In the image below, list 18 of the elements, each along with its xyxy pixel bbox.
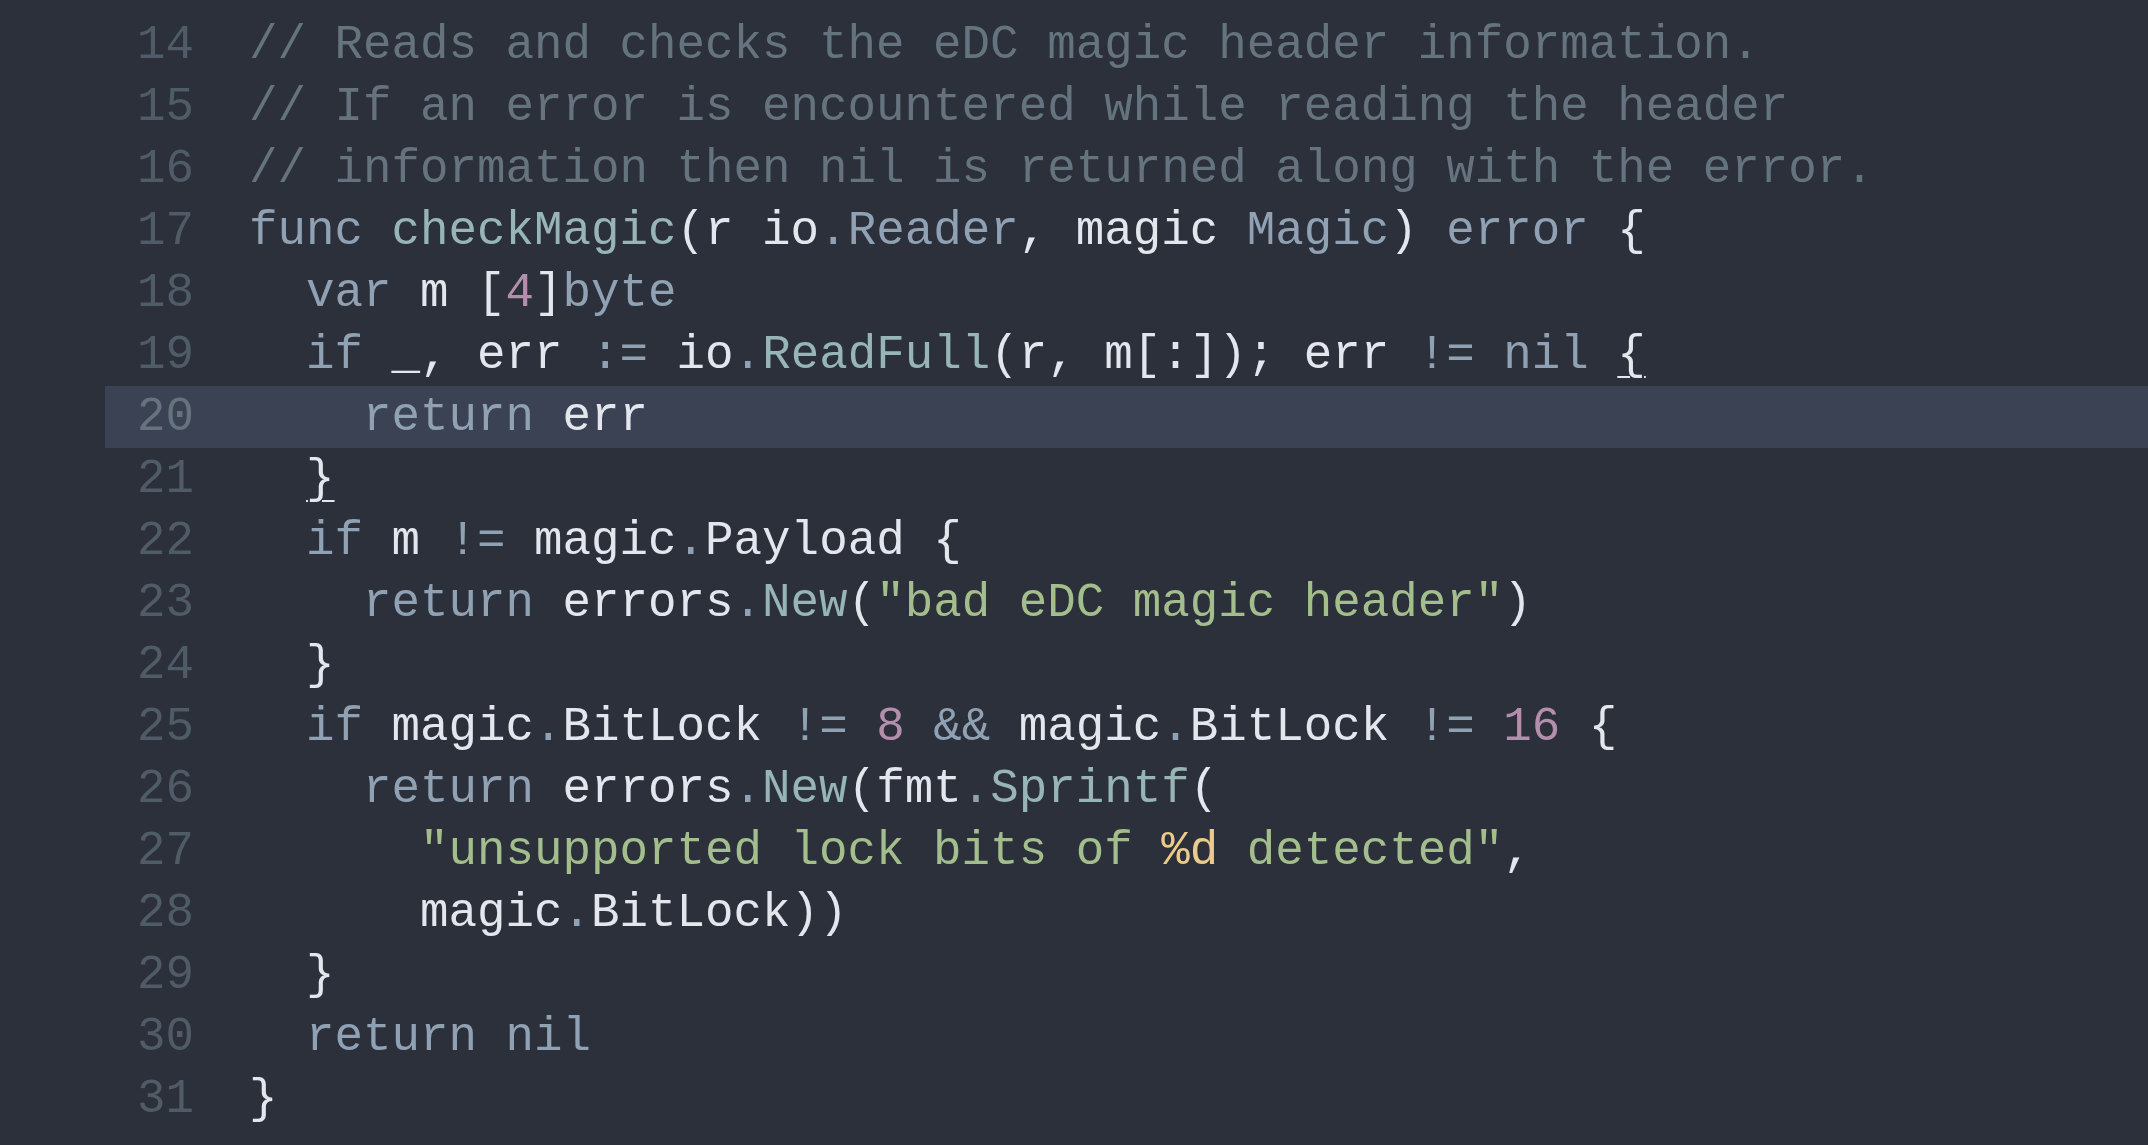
code-line: return errors.New("bad eDC magic header") bbox=[362, 576, 1532, 630]
code-line: } bbox=[249, 1072, 278, 1126]
code-line: "unsupported lock bits of %d detected", bbox=[419, 824, 1532, 878]
code-line: if m != magic.Payload { bbox=[305, 514, 962, 568]
code-line: return errors.New(fmt.Sprintf( bbox=[362, 762, 1219, 816]
code-line: return err bbox=[362, 390, 649, 444]
code-line: return nil bbox=[305, 1010, 592, 1064]
code-line: // Reads and checks the eDC magic header information. bbox=[249, 18, 1760, 72]
code-line: magic.BitLock)) bbox=[419, 886, 848, 940]
code-line: // If an error is encountered while reading the header bbox=[249, 80, 1789, 134]
code-line: // information then nil is returned along with the error. bbox=[249, 142, 1874, 196]
code-line: } bbox=[305, 948, 335, 1002]
code-line: if _, err := io.ReadFull(r, m[:]); err != nil { bbox=[305, 328, 1646, 382]
code-line: } bbox=[305, 452, 335, 506]
code-line: var m [4]byte bbox=[305, 266, 677, 320]
code-line: func checkMagic(r io.Reader, magic Magic) error { bbox=[249, 204, 1646, 258]
code-line: } bbox=[305, 638, 335, 692]
code-line: if magic.BitLock != 8 && magic.BitLock != 16 { bbox=[305, 700, 1618, 754]
